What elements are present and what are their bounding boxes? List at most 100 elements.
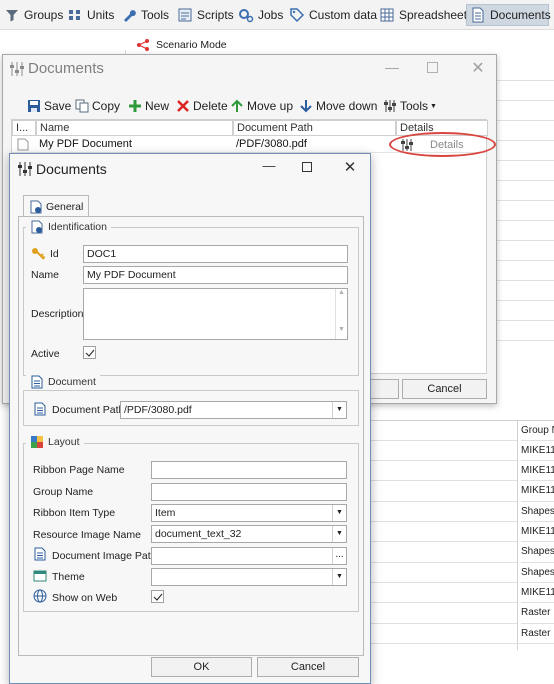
bg-column-header-group[interactable]: Group N — [521, 422, 554, 440]
ribbon-page-label: Ribbon Page Name — [33, 464, 125, 476]
document-path-select[interactable]: /PDF/3080.pdf ▼ — [120, 401, 347, 419]
name-field[interactable]: My PDF Document — [83, 266, 348, 284]
new-button[interactable]: New — [128, 97, 169, 115]
group-name-field[interactable] — [151, 483, 347, 501]
bg-row-line — [371, 521, 517, 522]
save-icon — [27, 99, 41, 113]
document-icon — [33, 402, 47, 416]
theme-select[interactable]: ▼ — [151, 568, 347, 586]
bg-row-line — [371, 480, 517, 481]
checkmark-icon — [85, 349, 95, 357]
ribbon-item-type-select[interactable]: Item ▼ — [151, 504, 347, 522]
outer-ok-button-partial[interactable] — [371, 379, 399, 399]
sliders-icon — [9, 61, 25, 77]
delete-button[interactable]: Delete — [176, 97, 228, 115]
delete-icon — [176, 99, 190, 113]
move-down-button[interactable]: Move down — [299, 97, 377, 115]
description-label: Description — [31, 308, 84, 320]
chevron-down-icon[interactable]: ▼ — [332, 402, 346, 418]
layout-group-title: Layout — [26, 434, 84, 450]
bg-row-line — [371, 501, 517, 502]
chevron-down-icon[interactable]: ▼ — [332, 505, 346, 521]
save-label: Save — [44, 99, 72, 113]
tab-general-label: General — [46, 200, 84, 213]
toolbar-scripts-button[interactable]: Scripts — [177, 4, 234, 26]
bg-row-line — [371, 602, 517, 603]
ok-button[interactable]: OK — [151, 657, 252, 677]
ribbon-item-type-value: Item — [155, 507, 176, 519]
layout-title-text: Layout — [48, 436, 80, 448]
document-image-path-field[interactable] — [151, 547, 347, 565]
id-field[interactable]: DOC1 — [83, 245, 348, 263]
save-button[interactable]: Save — [27, 97, 71, 115]
tab-general[interactable]: General — [23, 195, 89, 217]
document-settings-icon — [29, 200, 43, 214]
scenario-mode-button[interactable]: Scenario Mode — [128, 38, 328, 52]
bg-row-line — [371, 460, 517, 461]
sliders-icon — [17, 161, 33, 177]
inner-close-button[interactable]: ✕ — [341, 158, 359, 176]
resource-image-select[interactable]: document_text_32 ▼ — [151, 525, 347, 543]
highlight-annotation — [389, 132, 496, 157]
tools-label: Tools — [400, 99, 429, 113]
toolbar-jobs-button[interactable]: Jobs — [238, 4, 283, 26]
identification-title-text: Identification — [48, 221, 107, 233]
key-icon — [31, 246, 45, 260]
toolbar-tools-button[interactable]: Tools — [121, 4, 169, 26]
bg-row-line — [371, 582, 517, 583]
bg-table-column-divider — [517, 420, 518, 650]
outer-maximize-button[interactable] — [427, 62, 438, 73]
toolbar-documents-label: Documents — [490, 8, 551, 22]
id-label: Id — [50, 248, 59, 260]
description-scrollbar[interactable]: ▲ ▼ — [335, 289, 347, 339]
outer-cancel-button[interactable]: Cancel — [402, 379, 487, 399]
move-up-label: Move up — [247, 99, 294, 113]
grid-header-document-path[interactable]: Document Path — [233, 120, 396, 136]
bg-row-line — [371, 562, 517, 563]
ribbon-item-type-label: Ribbon Item Type — [33, 507, 116, 519]
toolbar-groups-label: Groups — [24, 8, 64, 22]
inner-window-title: Documents — [36, 161, 107, 177]
document-icon — [17, 138, 29, 151]
browse-button[interactable]: ... — [332, 548, 346, 564]
active-checkbox[interactable] — [83, 346, 96, 359]
delete-label: Delete — [193, 99, 228, 113]
resource-image-value: document_text_32 — [155, 528, 242, 540]
grid-cell-path: /PDF/3080.pdf — [236, 138, 307, 150]
toolbar-spreadsheets-label: Spreadsheets — [399, 8, 474, 22]
inner-maximize-button[interactable] — [302, 162, 312, 172]
show-on-web-checkbox[interactable] — [151, 590, 164, 603]
outer-close-button[interactable]: ✕ — [469, 58, 487, 77]
chevron-down-icon: ▼ — [430, 102, 437, 110]
chevron-down-icon[interactable]: ▼ — [332, 526, 346, 542]
toolbar-groups-button[interactable]: Groups — [4, 4, 63, 26]
grid-header-icon-col[interactable]: I... — [12, 120, 36, 136]
toolbar-documents-button[interactable]: Documents — [466, 4, 551, 26]
inner-minimize-button[interactable]: — — [260, 158, 278, 176]
chevron-down-icon[interactable]: ▼ — [332, 569, 346, 585]
cancel-button[interactable]: Cancel — [257, 657, 359, 677]
name-label: Name — [31, 269, 60, 281]
ribbon-page-field[interactable] — [151, 461, 347, 479]
tools-dropdown-button[interactable]: Tools ▼ — [383, 97, 437, 115]
identification-group-title: Identification — [26, 219, 111, 235]
bg-row-cell: Raster — [521, 623, 554, 643]
bg-row-cell: MIKE11 — [521, 440, 554, 460]
spreadsheet-icon — [379, 7, 395, 23]
arrow-up-icon — [230, 99, 244, 113]
copy-button[interactable]: Copy — [75, 97, 120, 115]
document-path-label: Document Path — [52, 404, 125, 416]
bg-row-cell: Shapes — [521, 562, 554, 582]
outer-minimize-button[interactable]: — — [383, 59, 401, 77]
main-toolbar: Groups Units Tools Scripts Jobs Custom d… — [0, 0, 554, 30]
toolbar-custom-data-button[interactable]: Custom data — [289, 4, 377, 26]
toolbar-spreadsheets-button[interactable]: Spreadsheets — [379, 4, 473, 26]
scripts-icon — [177, 7, 193, 23]
move-up-button[interactable]: Move up — [230, 97, 293, 115]
grid-header-name[interactable]: Name — [36, 120, 233, 136]
description-field[interactable] — [83, 288, 348, 340]
toolbar-units-button[interactable]: Units — [67, 4, 114, 26]
document-path-value: /PDF/3080.pdf — [124, 404, 192, 416]
image-icon — [30, 435, 44, 449]
bg-row-cell: Shapes — [521, 501, 554, 521]
